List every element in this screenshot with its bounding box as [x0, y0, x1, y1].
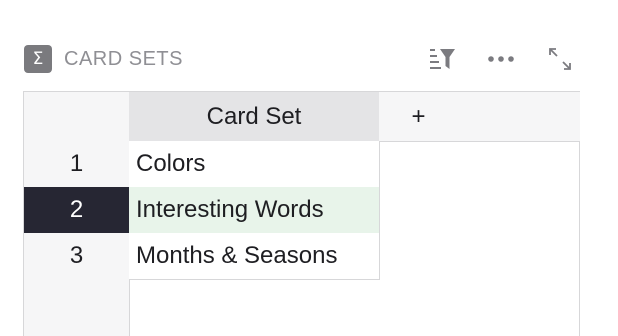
- row-number[interactable]: 3: [24, 233, 130, 280]
- empty-row-gutter: [24, 279, 130, 336]
- add-column-button[interactable]: +: [379, 92, 459, 142]
- row-number-label: 1: [69, 150, 84, 177]
- sigma-icon: Σ: [24, 45, 52, 73]
- column-header-label: Card Set: [206, 102, 302, 130]
- data-table: Card Set + 1 Colors 2 Interesting Words …: [23, 91, 580, 336]
- cell-value: Interesting Words: [136, 196, 324, 223]
- card-sets-widget: Σ CARD SETS Card Set + 1 Colors 2 Intere…: [0, 0, 618, 336]
- empty-header-cell: [458, 92, 580, 142]
- more-options-icon[interactable]: [484, 44, 518, 74]
- widget-title: CARD SETS: [64, 48, 183, 70]
- sort-filter-icon[interactable]: [424, 44, 458, 74]
- row-number-selected[interactable]: 2: [24, 187, 130, 234]
- table-cell-card-set[interactable]: Colors: [129, 141, 380, 188]
- cell-value: Colors: [136, 150, 206, 177]
- table-cell-card-set-selected[interactable]: Interesting Words: [129, 187, 380, 234]
- row-number-label: 2: [69, 196, 84, 223]
- widget-header: Σ CARD SETS: [24, 44, 584, 74]
- expand-icon[interactable]: [545, 44, 575, 74]
- plus-icon: +: [411, 102, 426, 130]
- column-header-card-set[interactable]: Card Set: [129, 92, 380, 142]
- row-number[interactable]: 1: [24, 141, 130, 188]
- table-cell-card-set[interactable]: Months & Seasons: [129, 233, 380, 280]
- cell-value: Months & Seasons: [136, 242, 338, 269]
- table-corner-cell: [24, 92, 130, 142]
- row-number-label: 3: [69, 242, 84, 269]
